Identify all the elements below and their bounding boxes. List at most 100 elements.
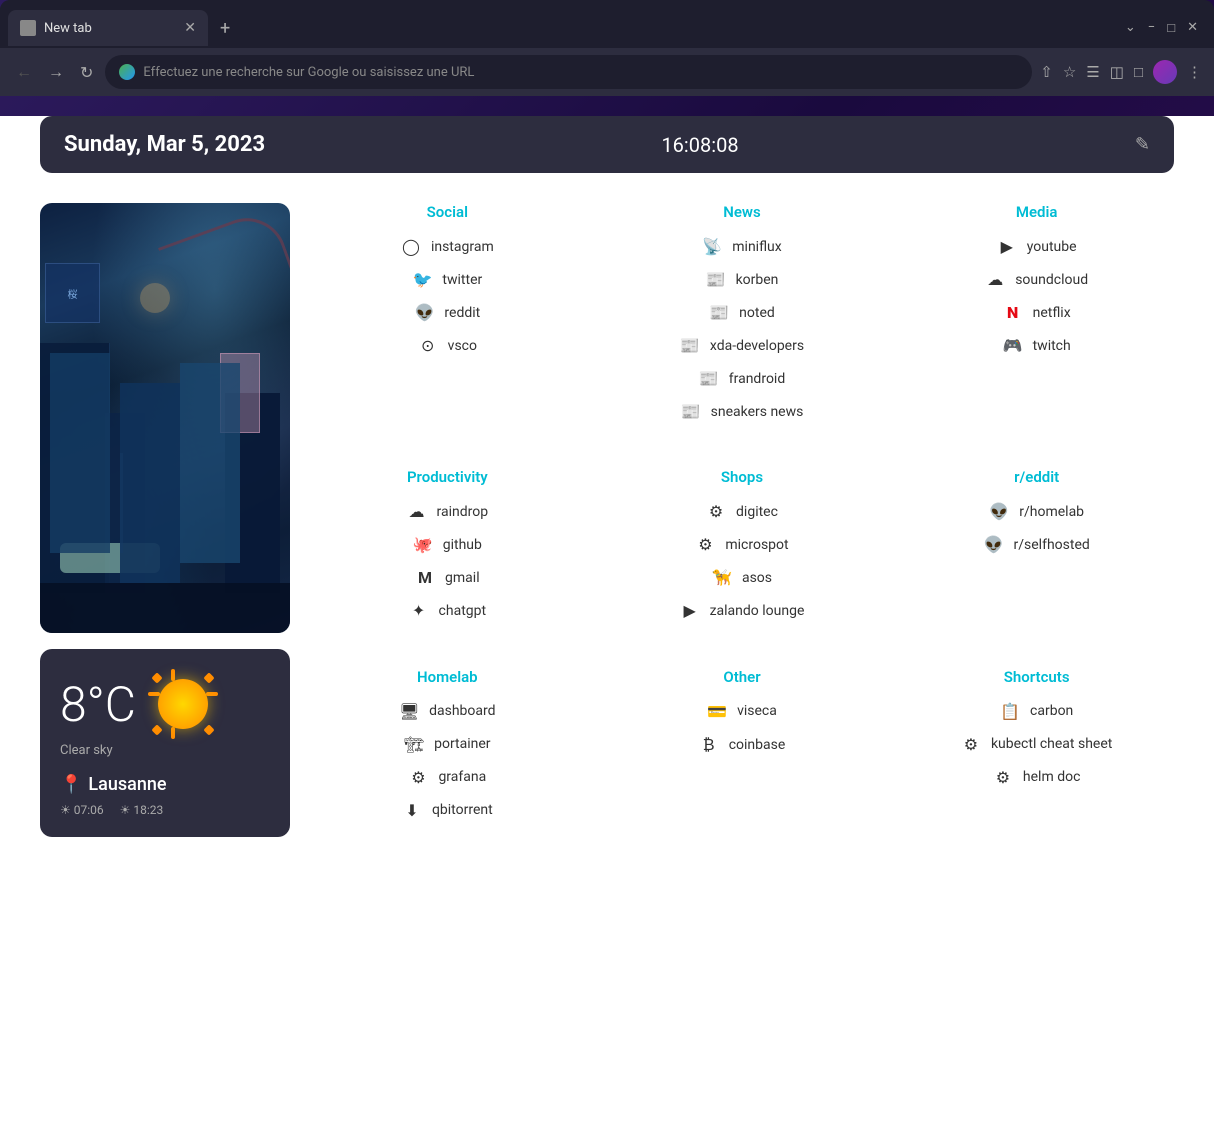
split-icon[interactable]: □ — [1134, 63, 1143, 81]
link-vsco[interactable]: ⊙ vsco — [310, 334, 585, 357]
location-icon: 📍 — [60, 774, 82, 795]
link-instagram[interactable]: ◯ instagram — [310, 235, 585, 258]
link-chatgpt[interactable]: ✦ chatgpt — [310, 599, 585, 622]
link-youtube[interactable]: ▶ youtube — [899, 235, 1174, 258]
link-github[interactable]: 🐙 github — [310, 533, 585, 556]
close-button[interactable]: ✕ — [1187, 20, 1198, 36]
link-selfhosted[interactable]: 👽 r/selfhosted — [899, 533, 1174, 556]
link-homelab[interactable]: 👽 r/homelab — [899, 500, 1174, 523]
twitch-label: twitch — [1033, 338, 1071, 354]
link-gmail[interactable]: M gmail — [310, 566, 585, 589]
billboard — [220, 353, 260, 433]
active-tab[interactable]: New tab ✕ — [8, 10, 208, 46]
forward-button[interactable]: → — [44, 58, 68, 86]
youtube-icon: ▶ — [997, 237, 1017, 256]
left-panel: 桜 8°C — [40, 203, 290, 837]
link-portainer[interactable]: 🏗 portainer — [310, 733, 585, 756]
link-grafana[interactable]: ⚙ grafana — [310, 766, 585, 789]
link-microspot[interactable]: ⚙ microspot — [605, 533, 880, 556]
grafana-label: grafana — [438, 769, 486, 785]
new-tab-button[interactable]: + — [212, 14, 238, 43]
grafana-icon: ⚙ — [408, 768, 428, 787]
link-sneakers[interactable]: 📰 sneakers news — [605, 400, 880, 423]
link-xda[interactable]: 📰 xda-developers — [605, 334, 880, 357]
link-miniflux[interactable]: 📡 miniflux — [605, 235, 880, 258]
noted-icon: 📰 — [709, 303, 729, 322]
link-asos[interactable]: 🦮 asos — [605, 566, 880, 589]
link-carbon[interactable]: 📋 carbon — [899, 700, 1174, 723]
reddit-label: reddit — [444, 305, 480, 321]
reload-button[interactable]: ↻ — [76, 59, 97, 86]
category-other: Other 💳 viseca ₿ coinbase — [605, 668, 880, 837]
chatgpt-label: chatgpt — [439, 603, 487, 619]
time-display: 16:08:08 — [661, 133, 738, 157]
carbon-icon: 📋 — [1000, 702, 1020, 721]
coinbase-icon: ₿ — [699, 735, 719, 755]
extensions-icon[interactable]: ☰ — [1086, 63, 1099, 81]
sneakers-label: sneakers news — [711, 404, 804, 420]
twitch-icon: 🎮 — [1003, 336, 1023, 355]
link-kubectl[interactable]: ⚙ kubectl cheat sheet — [899, 733, 1174, 756]
link-reddit[interactable]: 👽 reddit — [310, 301, 585, 324]
link-qbitorrent[interactable]: ⬇ qbitorrent — [310, 799, 585, 822]
link-soundcloud[interactable]: ☁ soundcloud — [899, 268, 1174, 291]
link-digitec[interactable]: ⚙ digitec — [605, 500, 880, 523]
sun-ray-right — [206, 692, 218, 696]
link-twitch[interactable]: 🎮 twitch — [899, 334, 1174, 357]
tab-controls: ⌄ − □ ✕ — [1125, 20, 1206, 36]
dashboard-label: dashboard — [429, 703, 495, 719]
soundcloud-icon: ☁ — [985, 270, 1005, 289]
sun-ray-top — [171, 669, 175, 681]
chatgpt-icon: ✦ — [409, 601, 429, 620]
link-twitter[interactable]: 🐦 twitter — [310, 268, 585, 291]
main-content: Sunday, Mar 5, 2023 16:08:08 ✎ 桜 — [0, 116, 1214, 1139]
menu-icon[interactable]: ⋮ — [1187, 63, 1202, 81]
sun-ray-bl — [151, 724, 162, 735]
tab-favicon — [20, 20, 36, 36]
sidebar-icon[interactable]: ◫ — [1110, 63, 1124, 81]
link-dashboard[interactable]: 🖥 dashboard — [310, 700, 585, 723]
homelab-label: r/homelab — [1019, 504, 1084, 520]
share-icon[interactable]: ⇧ — [1040, 63, 1053, 81]
link-zalando[interactable]: ▶ zalando lounge — [605, 599, 880, 622]
back-button[interactable]: ← — [12, 58, 36, 86]
link-raindrop[interactable]: ☁ raindrop — [310, 500, 585, 523]
sun-ray-tr — [203, 672, 214, 683]
date-display: Sunday, Mar 5, 2023 — [64, 132, 265, 157]
collapse-button[interactable]: ⌄ — [1125, 20, 1136, 36]
netflix-label: netflix — [1033, 305, 1071, 321]
link-frandroid[interactable]: 📰 frandroid — [605, 367, 880, 390]
sun-ray-bottom — [171, 727, 175, 739]
profile-avatar[interactable] — [1153, 60, 1177, 84]
category-social-title: Social — [310, 203, 585, 221]
category-homelab: Homelab 🖥 dashboard 🏗 portainer ⚙ grafan… — [310, 668, 585, 837]
links-grid: Social ◯ instagram 🐦 twitter 👽 reddit ⊙ … — [310, 203, 1174, 837]
bookmark-icon[interactable]: ☆ — [1063, 63, 1076, 81]
twitter-icon: 🐦 — [412, 270, 432, 289]
helm-label: helm doc — [1023, 769, 1081, 785]
link-coinbase[interactable]: ₿ coinbase — [605, 733, 880, 757]
address-favicon — [119, 64, 135, 80]
weather-main: 8°C — [60, 669, 270, 739]
category-productivity: Productivity ☁ raindrop 🐙 github M gmail… — [310, 468, 585, 637]
link-viseca[interactable]: 💳 viseca — [605, 700, 880, 723]
instagram-icon: ◯ — [401, 237, 421, 256]
category-homelab-title: Homelab — [310, 668, 585, 686]
link-korben[interactable]: 📰 korben — [605, 268, 880, 291]
link-noted[interactable]: 📰 noted — [605, 301, 880, 324]
minimize-button[interactable]: − — [1148, 20, 1155, 36]
viseca-icon: 💳 — [707, 702, 727, 721]
weather-city: 📍 Lausanne — [60, 774, 270, 795]
tab-close-button[interactable]: ✕ — [184, 20, 196, 36]
category-media-title: Media — [899, 203, 1174, 221]
helm-icon: ⚙ — [993, 768, 1013, 787]
gmail-icon: M — [415, 568, 435, 587]
gmail-label: gmail — [445, 570, 480, 586]
edit-icon[interactable]: ✎ — [1135, 134, 1150, 155]
address-bar[interactable]: Effectuez une recherche sur Google ou sa… — [105, 55, 1032, 89]
category-shops-title: Shops — [605, 468, 880, 486]
link-helm[interactable]: ⚙ helm doc — [899, 766, 1174, 789]
link-netflix[interactable]: N netflix — [899, 301, 1174, 324]
maximize-button[interactable]: □ — [1167, 20, 1175, 36]
selfhosted-icon: 👽 — [984, 535, 1004, 554]
